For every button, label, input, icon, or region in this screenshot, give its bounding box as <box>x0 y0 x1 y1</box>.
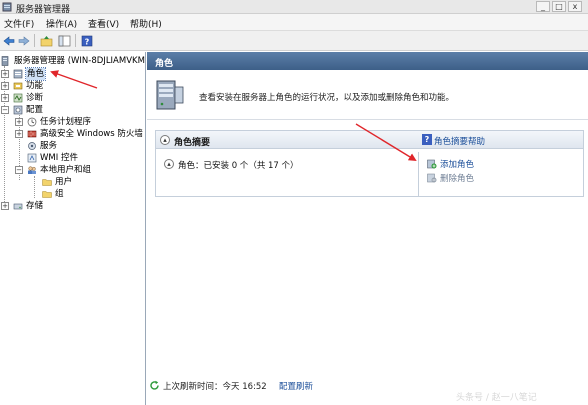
tree-label: 用户 <box>55 177 73 187</box>
up-folder-icon[interactable] <box>38 33 54 48</box>
expand-icon[interactable]: + <box>1 82 9 90</box>
help-icon[interactable]: ? <box>79 33 95 48</box>
expand-icon[interactable]: + <box>1 94 9 102</box>
title-bar: 服务器管理器 _ □ x <box>0 0 588 15</box>
storage-icon <box>13 203 23 210</box>
tree-label: 角色 <box>24 67 47 81</box>
roles-icon <box>13 69 23 79</box>
tree-label: WMI 控件 <box>40 153 78 163</box>
roles-description: 查看安装在服务器上角色的运行状况，以及添加或删除角色和功能。 <box>199 93 455 103</box>
toolbar-separator <box>75 34 76 47</box>
collapse-icon[interactable]: − <box>1 106 9 114</box>
tree-label: 服务器管理器 (WIN-8DJLIAMVKM <box>14 56 145 66</box>
menu-help[interactable]: 帮助(H) <box>130 17 162 30</box>
tree-label: 本地用户和组 <box>40 165 92 175</box>
roles-summary-header[interactable]: ▴ 角色摘要 ? 角色摘要帮助 <box>156 131 583 149</box>
expand-icon[interactable]: + <box>1 70 9 78</box>
main-header: 角色 <box>147 52 588 70</box>
navigation-tree: 服务器管理器 (WIN-8DJLIAMVKM + 角色 + 功能 + 诊断 − … <box>0 52 146 405</box>
menu-action[interactable]: 操作(A) <box>46 17 77 30</box>
roles-actions: 添加角色 删除角色 <box>418 152 583 196</box>
roles-collapse-icon[interactable]: ▴ <box>164 159 174 169</box>
last-refresh-text: 上次刷新时间：今天 16:52 <box>163 382 267 392</box>
tree-label: 配置 <box>26 105 44 115</box>
main-pane: 角色 查看安装在服务器上角色的运行状况，以及添加或删除角色和功能。 ▴ 角色摘要… <box>147 52 588 405</box>
tree-label: 高级安全 Windows 防火墙 <box>40 129 143 139</box>
toolbar: ? <box>0 31 588 51</box>
roles-installed-status: 角色：已安装 0 个（共 17 个） <box>178 161 299 171</box>
back-icon[interactable] <box>1 33 17 48</box>
section-collapse-icon[interactable]: ▴ <box>160 135 170 145</box>
forward-icon[interactable] <box>16 33 32 48</box>
diagnostics-icon <box>13 93 23 103</box>
tree-label: 功能 <box>26 81 44 91</box>
roles-summary-title: 角色摘要 <box>174 138 211 148</box>
maximize-button[interactable]: □ <box>552 1 566 12</box>
menu-bar: 文件(F) 操作(A) 查看(V) 帮助(H) <box>0 14 588 31</box>
toolbar-separator <box>34 34 35 47</box>
folder-icon <box>42 191 52 198</box>
tree-label: 服务 <box>40 141 58 151</box>
roles-summary-help-link[interactable]: 角色摘要帮助 <box>434 135 485 147</box>
menu-view[interactable]: 查看(V) <box>88 17 119 30</box>
services-icon <box>28 142 36 150</box>
tree-label: 任务计划程序 <box>40 117 92 127</box>
description-panel: 查看安装在服务器上角色的运行状况，以及添加或删除角色和功能。 <box>147 70 588 120</box>
help-icon: ? <box>422 134 432 145</box>
refresh-icon <box>150 380 159 390</box>
server-manager-icon <box>2 2 12 12</box>
close-button[interactable]: x <box>568 1 582 12</box>
server-roles-icon <box>156 80 184 110</box>
clock-icon <box>27 117 37 127</box>
add-roles-label: 添加角色 <box>440 160 475 170</box>
configure-refresh-link[interactable]: 配置刷新 <box>279 380 313 392</box>
menu-file[interactable]: 文件(F) <box>4 17 34 30</box>
show-hide-tree-icon[interactable] <box>56 33 72 48</box>
remove-roles-label: 删除角色 <box>440 174 475 184</box>
firewall-icon <box>27 130 37 138</box>
expand-icon[interactable]: + <box>1 202 9 210</box>
server-icon <box>1 56 9 66</box>
svg-text:?: ? <box>85 37 90 46</box>
tree-label: 诊断 <box>26 93 44 103</box>
collapse-icon[interactable]: − <box>15 166 23 174</box>
expand-icon[interactable]: + <box>15 130 23 138</box>
add-roles-icon <box>427 159 437 169</box>
expand-icon[interactable]: + <box>15 118 23 126</box>
users-group-icon <box>28 166 36 174</box>
tree-label: 存储 <box>26 201 44 211</box>
minimize-button[interactable]: _ <box>536 1 550 12</box>
watermark: 头条号 / 赵一八笔记 <box>456 393 537 403</box>
configuration-icon <box>13 105 23 115</box>
remove-roles-icon <box>427 173 437 183</box>
tree-label: 组 <box>55 189 64 199</box>
roles-summary-section: ▴ 角色摘要 ? 角色摘要帮助 ▴ 角色：已安装 0 个（共 17 个） 添加角… <box>155 130 584 197</box>
folder-icon <box>42 179 52 186</box>
wmi-icon <box>27 153 37 163</box>
features-icon <box>13 82 23 90</box>
tree-line <box>34 176 35 198</box>
